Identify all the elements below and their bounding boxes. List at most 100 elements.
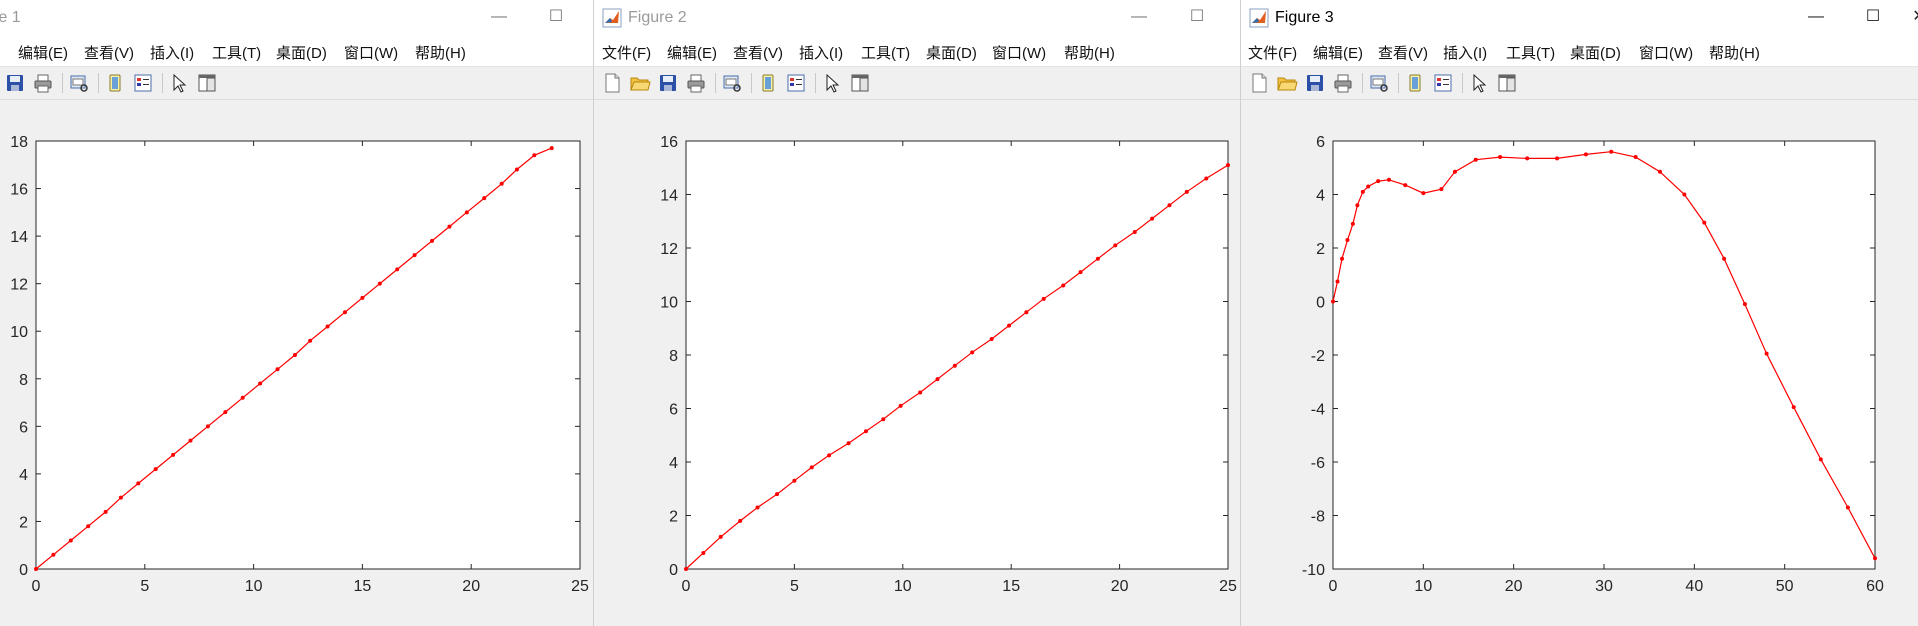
print-button[interactable] <box>1332 72 1354 94</box>
maximize-button[interactable]: ☐ <box>1174 0 1220 36</box>
toolbar-separator <box>62 73 63 93</box>
link-plot-button[interactable] <box>757 72 779 94</box>
menu-file[interactable]: 文件(F) <box>1248 42 1297 63</box>
print-preview-button[interactable] <box>68 72 90 94</box>
maximize-button[interactable]: ☐ <box>533 0 579 36</box>
insert-legend-button[interactable] <box>1432 72 1454 94</box>
y-tick-label: 2 <box>1316 241 1325 258</box>
y-tick-label: 0 <box>669 562 678 579</box>
figure-window-3: Figure 3 — ☐ ✕ 文件(F) 编辑(E) 查看(V) 插入(I) 工… <box>1241 0 1918 626</box>
print-button[interactable] <box>32 72 54 94</box>
data-point <box>68 538 73 543</box>
menu-tools[interactable]: 工具(T) <box>861 42 910 63</box>
new-file-button[interactable] <box>1248 72 1270 94</box>
property-editor-icon <box>851 74 869 92</box>
property-editor-button[interactable] <box>196 72 218 94</box>
data-point <box>1583 152 1588 157</box>
menu-insert[interactable]: 插入(I) <box>1443 42 1487 63</box>
y-tick-label: 14 <box>660 188 678 205</box>
menu-insert[interactable]: 插入(I) <box>799 42 843 63</box>
data-point <box>34 567 38 571</box>
menu-desktop[interactable]: 桌面(D) <box>276 42 327 63</box>
select-arrow-icon <box>826 73 840 93</box>
minimize-button[interactable]: — <box>1793 0 1839 36</box>
link-plot-button[interactable] <box>1404 72 1426 94</box>
menu-tools[interactable]: 工具(T) <box>1506 42 1555 63</box>
title-bar[interactable]: Figure 1 — ☐ <box>0 0 593 36</box>
link-plot-icon <box>109 74 121 92</box>
data-point <box>1818 457 1823 462</box>
x-tick-label: 40 <box>1685 578 1703 595</box>
plot-area[interactable]: 0 5 10 15 20 25 0 2 4 6 8 10 12 14 16 18 <box>0 100 594 626</box>
data-point <box>684 567 688 571</box>
link-plot-button[interactable] <box>104 72 126 94</box>
menu-window[interactable]: 窗口(W) <box>992 42 1046 63</box>
save-button[interactable] <box>4 72 26 94</box>
figure-toolbar <box>0 67 593 100</box>
menu-desktop[interactable]: 桌面(D) <box>1570 42 1621 63</box>
y-tick-label: 14 <box>10 229 28 246</box>
select-arrow-icon <box>173 73 187 93</box>
new-file-icon <box>605 73 620 93</box>
data-point <box>171 452 176 457</box>
title-bar[interactable]: Figure 3 — ☐ ✕ <box>1241 0 1918 36</box>
y-tick-label: 4 <box>1316 188 1325 205</box>
new-file-icon <box>1252 73 1267 93</box>
open-folder-button[interactable] <box>629 72 651 94</box>
data-point <box>1473 157 1478 162</box>
menu-view[interactable]: 查看(V) <box>84 42 134 63</box>
select-arrow-button[interactable] <box>1468 72 1490 94</box>
menu-window[interactable]: 窗口(W) <box>1639 42 1693 63</box>
toolbar-separator <box>98 73 99 93</box>
data-point <box>918 390 923 395</box>
toolbar-separator <box>1398 73 1399 93</box>
insert-legend-button[interactable] <box>132 72 154 94</box>
y-tick-label: 16 <box>660 134 678 151</box>
menu-edit[interactable]: 编辑(E) <box>18 42 68 63</box>
minimize-button[interactable]: — <box>476 0 522 36</box>
select-arrow-button[interactable] <box>168 72 190 94</box>
select-arrow-button[interactable] <box>821 72 843 94</box>
open-folder-button[interactable] <box>1276 72 1298 94</box>
menu-window[interactable]: 窗口(W) <box>344 42 398 63</box>
insert-legend-button[interactable] <box>785 72 807 94</box>
menu-view[interactable]: 查看(V) <box>1378 42 1428 63</box>
menu-tools[interactable]: 工具(T) <box>212 42 261 63</box>
data-point <box>342 310 347 315</box>
data-point <box>1095 256 1100 261</box>
figure-window-1: Figure 1 — ☐ 编辑(E) 查看(V) 插入(I) 工具(T) 桌面(… <box>0 0 594 626</box>
plot-area[interactable]: 0 5 10 15 20 25 0 2 4 6 8 10 12 14 16 <box>594 100 1241 626</box>
property-editor-button[interactable] <box>849 72 871 94</box>
property-editor-icon <box>198 74 216 92</box>
save-button[interactable] <box>657 72 679 94</box>
menu-view[interactable]: 查看(V) <box>733 42 783 63</box>
print-preview-button[interactable] <box>1368 72 1390 94</box>
x-tick-label: 25 <box>1219 578 1237 595</box>
save-button[interactable] <box>1304 72 1326 94</box>
menu-desktop[interactable]: 桌面(D) <box>926 42 977 63</box>
data-point <box>325 324 330 329</box>
new-file-button[interactable] <box>601 72 623 94</box>
menu-file[interactable]: 文件(F) <box>602 42 651 63</box>
title-bar[interactable]: Figure 2 — ☐ <box>594 0 1240 36</box>
menu-help[interactable]: 帮助(H) <box>415 42 466 63</box>
data-point <box>1498 155 1503 160</box>
print-preview-button[interactable] <box>721 72 743 94</box>
data-point <box>258 381 263 386</box>
menu-help[interactable]: 帮助(H) <box>1064 42 1115 63</box>
data-point <box>430 238 435 243</box>
menu-edit[interactable]: 编辑(E) <box>1313 42 1363 63</box>
maximize-button[interactable]: ☐ <box>1850 0 1896 36</box>
y-tick-label: 4 <box>19 467 28 484</box>
property-editor-button[interactable] <box>1496 72 1518 94</box>
plot-area[interactable]: 0 10 20 30 40 50 60 -10 -8 -6 -4 -2 0 2 4 6 <box>1241 100 1918 626</box>
minimize-button[interactable]: — <box>1116 0 1162 36</box>
menu-help[interactable]: 帮助(H) <box>1709 42 1760 63</box>
print-button[interactable] <box>685 72 707 94</box>
data-point <box>1845 505 1850 510</box>
close-button[interactable]: ✕ <box>1896 0 1918 36</box>
menu-edit[interactable]: 编辑(E) <box>667 42 717 63</box>
x-tick-label: 20 <box>1111 578 1129 595</box>
print-preview-icon <box>1370 75 1388 92</box>
menu-insert[interactable]: 插入(I) <box>150 42 194 63</box>
